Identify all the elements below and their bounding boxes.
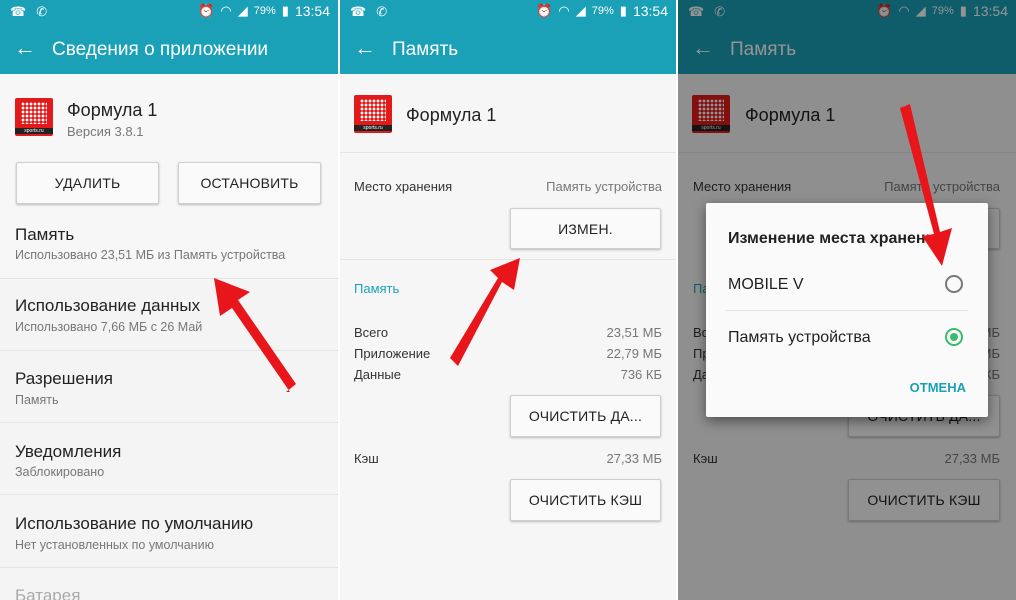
settings-item-notifications[interactable]: Уведомления Заблокировано xyxy=(0,423,338,495)
sim-icon: ☎ xyxy=(10,4,27,19)
settings-item-data-usage[interactable]: Использование данных Использовано 7,66 М… xyxy=(0,279,338,351)
item-subtitle: Нет установленных по умолчанию xyxy=(15,538,214,552)
app-bar: ← Сведения о приложении xyxy=(0,24,338,74)
battery-icon: ▮ xyxy=(619,3,627,18)
app-size-value: 22,79 МБ xyxy=(606,346,662,361)
settings-item-permissions[interactable]: Разрешения Память xyxy=(0,351,338,423)
signal-icon: ◢ xyxy=(575,3,586,18)
item-title: Разрешения xyxy=(15,369,113,388)
app-name: Формула 1 xyxy=(67,100,158,120)
settings-item-battery[interactable]: Батарея xyxy=(0,568,338,600)
app-version: Версия 3.8.1 xyxy=(67,124,144,139)
uninstall-button[interactable]: УДАЛИТЬ xyxy=(16,162,159,204)
wifi-icon: ◠ xyxy=(558,3,570,18)
signal-icon: ◢ xyxy=(237,3,248,18)
app-info-screen: ☎ ✆ ⏰ ◠ ◢ 79% ▮ 13:54 ← Сведения о прилож… xyxy=(0,0,338,600)
alarm-icon: ⏰ xyxy=(536,3,553,18)
storage-screen: ☎ ✆ ⏰ ◠ ◢ 79% ▮ 13:54 ← Память sports.ru … xyxy=(340,0,676,600)
back-arrow-icon[interactable]: ← xyxy=(14,37,36,59)
cache-value: 27,33 МБ xyxy=(606,451,662,466)
memory-section-header: Память xyxy=(354,281,400,296)
status-bar: ☎ ✆ ⏰ ◠ ◢ 79% ▮ 13:54 xyxy=(0,0,338,24)
option-mobile-v-label[interactable]: MOBILE V xyxy=(728,276,804,294)
change-storage-dialog: Изменение места хранения MOBILE V Память… xyxy=(706,203,988,417)
page-title: Память xyxy=(392,39,459,60)
total-value: 23,51 МБ xyxy=(606,325,662,340)
alarm-icon: ⏰ xyxy=(198,3,215,18)
item-subtitle: Использовано 23,51 МБ из Память устройст… xyxy=(15,248,286,262)
cancel-button[interactable]: ОТМЕНА xyxy=(910,380,966,395)
item-title: Использование по умолчанию xyxy=(15,514,254,533)
page-title: Сведения о приложении xyxy=(52,39,269,60)
dialog-title: Изменение места хранения xyxy=(728,230,945,247)
total-label: Всего xyxy=(354,325,389,340)
app-name: Формула 1 xyxy=(406,105,497,125)
settings-item-defaults[interactable]: Использование по умолчанию Нет установле… xyxy=(0,495,338,568)
item-subtitle: Заблокировано xyxy=(15,465,105,479)
dialog-divider xyxy=(726,310,968,311)
option-device-storage-label[interactable]: Память устройства xyxy=(728,329,871,347)
battery-percent: 79% xyxy=(591,5,614,17)
settings-item-storage[interactable]: Память Использовано 23,51 МБ из Память у… xyxy=(0,216,338,279)
sim-icon: ☎ xyxy=(350,4,367,19)
clear-data-button[interactable]: ОЧИСТИТЬ ДА... xyxy=(510,395,661,437)
divider xyxy=(340,152,676,153)
cache-label: Кэш xyxy=(354,451,379,466)
option-device-storage-radio[interactable] xyxy=(945,328,963,346)
clear-cache-button[interactable]: ОЧИСТИТЬ КЭШ xyxy=(510,479,661,521)
data-size-label: Данные xyxy=(354,367,401,382)
back-arrow-icon[interactable]: ← xyxy=(354,37,376,59)
force-stop-button[interactable]: ОСТАНОВИТЬ xyxy=(178,162,321,204)
item-title: Уведомления xyxy=(15,442,122,461)
app-size-label: Приложение xyxy=(354,346,431,361)
storage-dialog-screen: ☎ ✆ ⏰ ◠ ◢ 79% ▮ 13:54 ← Память sports.ru … xyxy=(678,0,1016,600)
storage-location-value: Память устройства xyxy=(546,179,662,194)
clock: 13:54 xyxy=(294,3,330,19)
formula1-app-icon: sports.ru xyxy=(15,98,53,136)
item-title: Батарея xyxy=(15,586,81,600)
item-title: Память xyxy=(15,225,75,244)
formula1-app-icon: sports.ru xyxy=(354,95,392,133)
clock: 13:54 xyxy=(632,3,668,19)
battery-icon: ▮ xyxy=(281,3,289,18)
wifi-icon: ◠ xyxy=(220,3,232,18)
divider xyxy=(340,259,676,260)
call-icon: ✆ xyxy=(376,4,388,19)
app-bar: ← Память xyxy=(340,24,676,74)
option-mobile-v-radio[interactable] xyxy=(945,275,963,293)
change-storage-button[interactable]: ИЗМЕН. xyxy=(510,208,661,249)
status-bar: ☎ ✆ ⏰ ◠ ◢ 79% ▮ 13:54 xyxy=(340,0,676,24)
item-subtitle: Использовано 7,66 МБ с 26 Май xyxy=(15,320,203,334)
item-subtitle: Память xyxy=(15,393,59,407)
call-icon: ✆ xyxy=(36,4,48,19)
item-title: Использование данных xyxy=(15,296,201,315)
data-size-value: 736 КБ xyxy=(620,367,662,382)
storage-location-label: Место хранения xyxy=(354,179,453,194)
battery-percent: 79% xyxy=(253,5,276,17)
